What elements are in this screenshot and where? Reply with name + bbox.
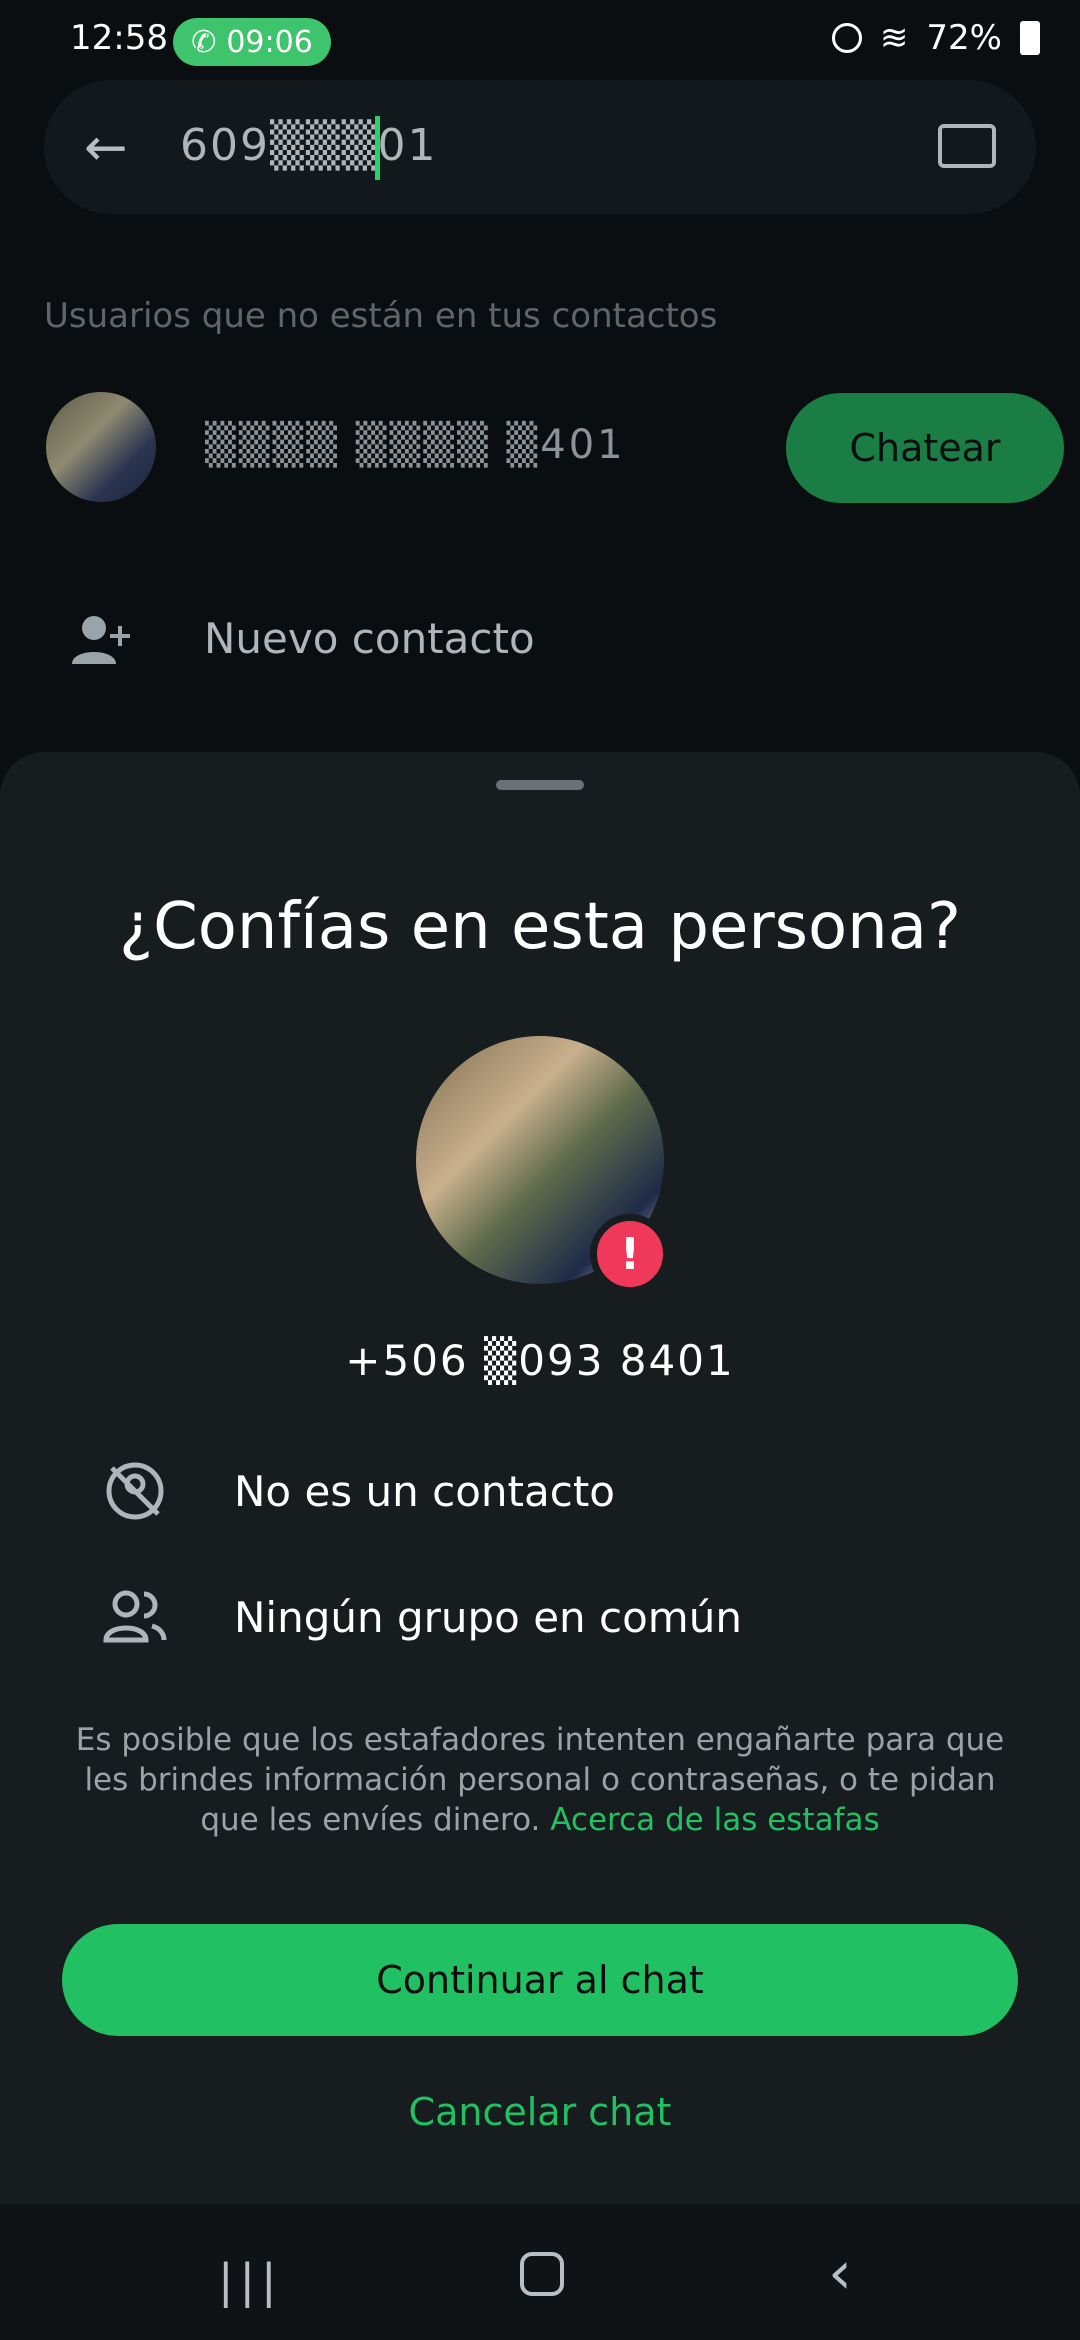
ongoing-call-pill[interactable]: ✆ 09:06 (173, 18, 331, 66)
alert-icon: ! (590, 1214, 670, 1294)
battery-icon (1020, 21, 1040, 55)
home-icon[interactable] (520, 2252, 564, 2296)
section-label: Usuarios que no están en tus contactos (44, 296, 718, 336)
search-input[interactable]: 609▒▒▒01 (180, 120, 437, 171)
sheet-title: ¿Confías en esta persona? (119, 890, 961, 964)
wifi-icon: ≋ (879, 18, 909, 58)
battery-percent: 72% (926, 18, 1002, 58)
person-add-icon[interactable] (70, 612, 134, 668)
drag-handle[interactable] (496, 780, 584, 790)
group-icon (100, 1582, 170, 1652)
call-timer: 09:06 (226, 24, 313, 60)
status-icons: ≋ 72% (831, 18, 1040, 58)
new-contact-item[interactable]: Nuevo contacto (204, 614, 535, 663)
recents-icon[interactable]: ||| (218, 2254, 283, 2308)
info-row-not-contact: No es un contacto (100, 1456, 615, 1526)
status-time: 12:58 (70, 18, 168, 58)
back-icon[interactable]: ‹ (828, 2238, 852, 2308)
info-row-no-groups: Ningún grupo en común (100, 1582, 742, 1652)
status-bar: 12:58 ✆ 09:06 ≋ 72% (0, 0, 1080, 80)
chat-button[interactable]: Chatear (786, 393, 1064, 503)
avatar[interactable] (46, 392, 156, 502)
contact-number[interactable]: ▒▒▒▒ ▒▒▒▒ ▒401 (205, 422, 626, 468)
phone-icon: ✆ (191, 24, 217, 60)
info-label: No es un contacto (234, 1466, 615, 1516)
contact-off-icon (100, 1456, 170, 1526)
arrow-left-icon[interactable]: ← (84, 118, 144, 178)
phone-number: +506 ▒093 8401 (345, 1336, 735, 1385)
info-label: Ningún grupo en común (234, 1592, 742, 1642)
scam-warning: Es posible que los estafadores intenten … (60, 1720, 1020, 1840)
text-caret (375, 116, 380, 180)
scam-info-link[interactable]: Acerca de las estafas (550, 1802, 879, 1838)
keyboard-icon[interactable] (938, 124, 996, 168)
cancel-chat-button[interactable]: Cancelar chat (0, 2090, 1080, 2134)
alarm-icon (831, 23, 862, 53)
continue-to-chat-button[interactable]: Continuar al chat (62, 1924, 1018, 2036)
